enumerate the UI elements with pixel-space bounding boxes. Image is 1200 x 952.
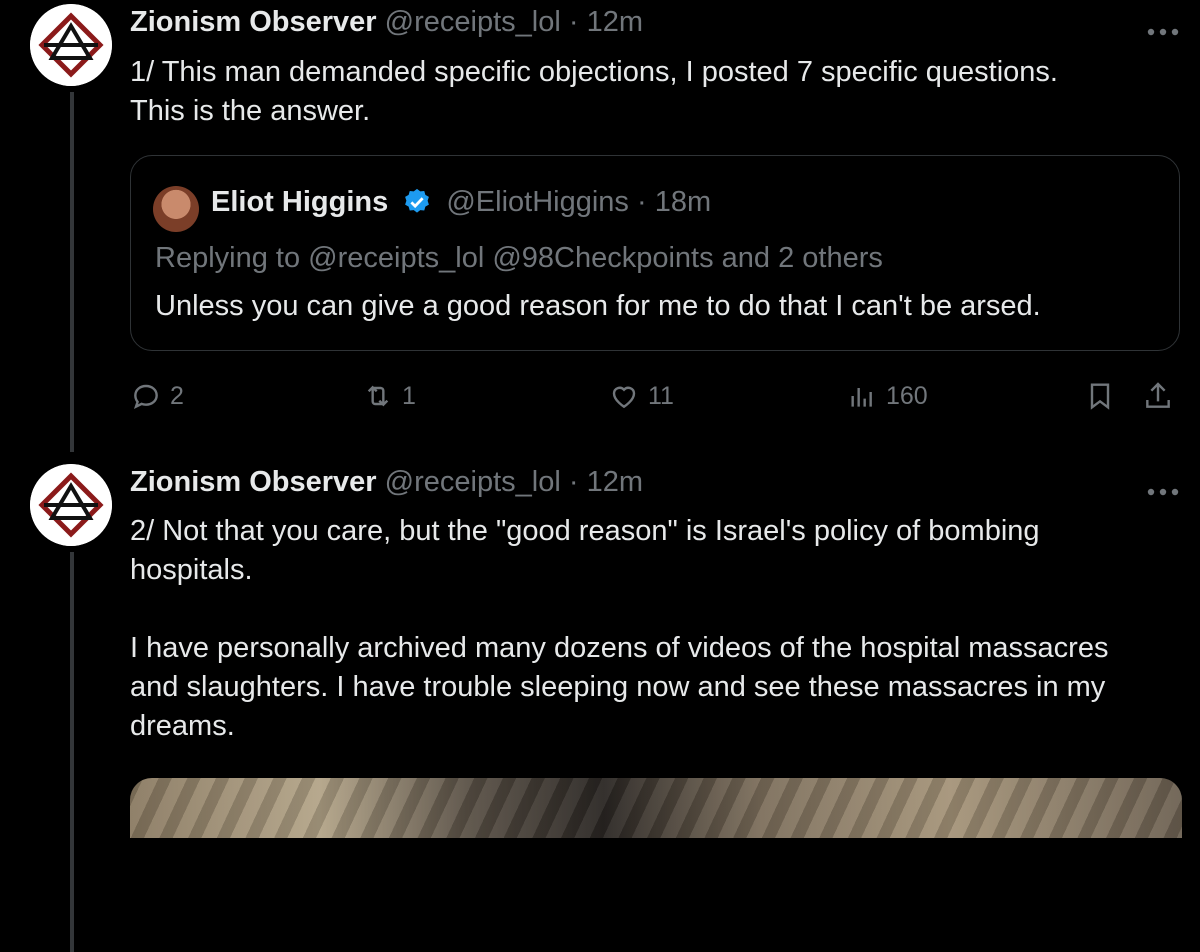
zionism-observer-logo-icon <box>30 4 112 86</box>
retweet-count: 1 <box>402 381 416 410</box>
thread-line <box>70 92 74 452</box>
tweet-media-video[interactable] <box>130 778 1182 838</box>
quote-text: Unless you can give a good reason for me… <box>155 290 1041 322</box>
separator: · <box>568 6 579 38</box>
views-icon <box>851 388 872 407</box>
avatar[interactable] <box>153 186 199 232</box>
reply-icon <box>133 384 158 410</box>
zionism-observer-logo-icon <box>30 464 112 546</box>
avatar[interactable] <box>30 464 112 546</box>
author-handle[interactable]: @receipts_lol <box>385 466 561 498</box>
views-button[interactable]: 160 <box>846 380 928 412</box>
avatar[interactable] <box>30 4 112 86</box>
tweet-header: Zionism Observer @receipts_lol · 12m <box>130 6 643 39</box>
tweet-text: 1/ This man demanded specific objections… <box>130 56 1058 127</box>
author-handle[interactable]: @receipts_lol <box>385 6 561 38</box>
quoted-tweet[interactable]: Eliot Higgins @EliotHiggins · 18m Replyi… <box>130 155 1180 351</box>
more-icon[interactable] <box>1146 12 1180 44</box>
tweet-text: 2/ Not that you care, but the "good reas… <box>130 515 1109 742</box>
timestamp[interactable]: 12m <box>587 6 643 38</box>
timestamp[interactable]: 18m <box>655 186 711 218</box>
views-count: 160 <box>886 381 928 410</box>
reply-count: 2 <box>170 381 184 410</box>
like-button[interactable]: 11 <box>608 380 674 412</box>
tweet-header: Zionism Observer @receipts_lol · 12m <box>130 466 643 499</box>
thread-line <box>70 552 74 952</box>
more-icon[interactable] <box>1146 472 1180 504</box>
author-handle[interactable]: @EliotHiggins <box>446 186 629 218</box>
share-button[interactable] <box>1142 380 1174 412</box>
retweet-icon <box>367 385 389 407</box>
quote-header: Eliot Higgins @EliotHiggins · 18m <box>211 186 711 219</box>
verified-badge-icon <box>405 188 430 213</box>
bookmark-icon <box>1090 383 1110 410</box>
like-count: 11 <box>648 381 674 410</box>
like-icon <box>612 386 636 409</box>
timestamp[interactable]: 12m <box>587 466 643 498</box>
separator: · <box>636 186 647 218</box>
separator: · <box>568 466 579 498</box>
share-icon <box>1146 382 1170 408</box>
author-name[interactable]: Eliot Higgins <box>211 186 388 218</box>
replying-to[interactable]: Replying to @receipts_lol @98Checkpoints… <box>155 242 883 275</box>
bookmark-button[interactable] <box>1084 380 1116 412</box>
reply-button[interactable]: 2 <box>130 380 184 412</box>
author-name[interactable]: Zionism Observer <box>130 6 377 38</box>
retweet-button[interactable]: 1 <box>362 380 416 412</box>
author-name[interactable]: Zionism Observer <box>130 466 377 498</box>
action-bar: 2 1 11 160 <box>130 380 1190 420</box>
